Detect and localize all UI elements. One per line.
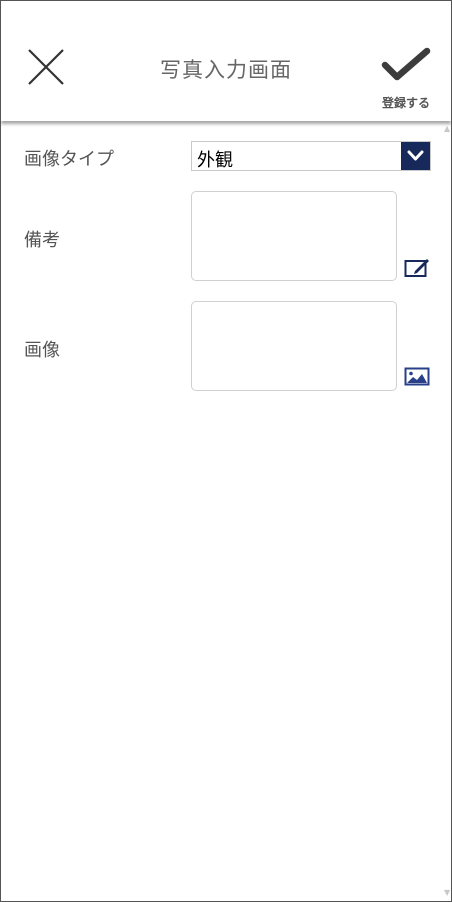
remarks-label: 備考 (24, 230, 60, 251)
image-preview-box[interactable] (191, 301, 397, 391)
app-window: 写真入力画面 登録する ▲ ▼ 画像タイプ 外観 備考 画像 (0, 0, 452, 902)
image-type-select[interactable]: 外観 (191, 141, 431, 171)
chevron-down-icon (407, 150, 424, 161)
scroll-down-indicator[interactable]: ▼ (444, 889, 450, 897)
image-type-value: 外観 (197, 150, 233, 171)
image-label: 画像 (24, 340, 60, 361)
header-bar: 写真入力画面 登録する (1, 1, 451, 121)
edit-remarks-button[interactable] (404, 256, 430, 278)
checkmark-icon (381, 47, 431, 81)
image-icon (404, 367, 430, 386)
select-image-button[interactable] (404, 366, 430, 388)
register-label: 登録する (381, 96, 430, 110)
remarks-field[interactable] (191, 191, 397, 281)
edit-icon (404, 259, 429, 277)
image-type-label: 画像タイプ (24, 149, 114, 170)
register-button[interactable]: 登録する (373, 43, 439, 115)
dropdown-button[interactable] (401, 142, 430, 170)
scroll-up-indicator[interactable]: ▲ (444, 125, 450, 133)
